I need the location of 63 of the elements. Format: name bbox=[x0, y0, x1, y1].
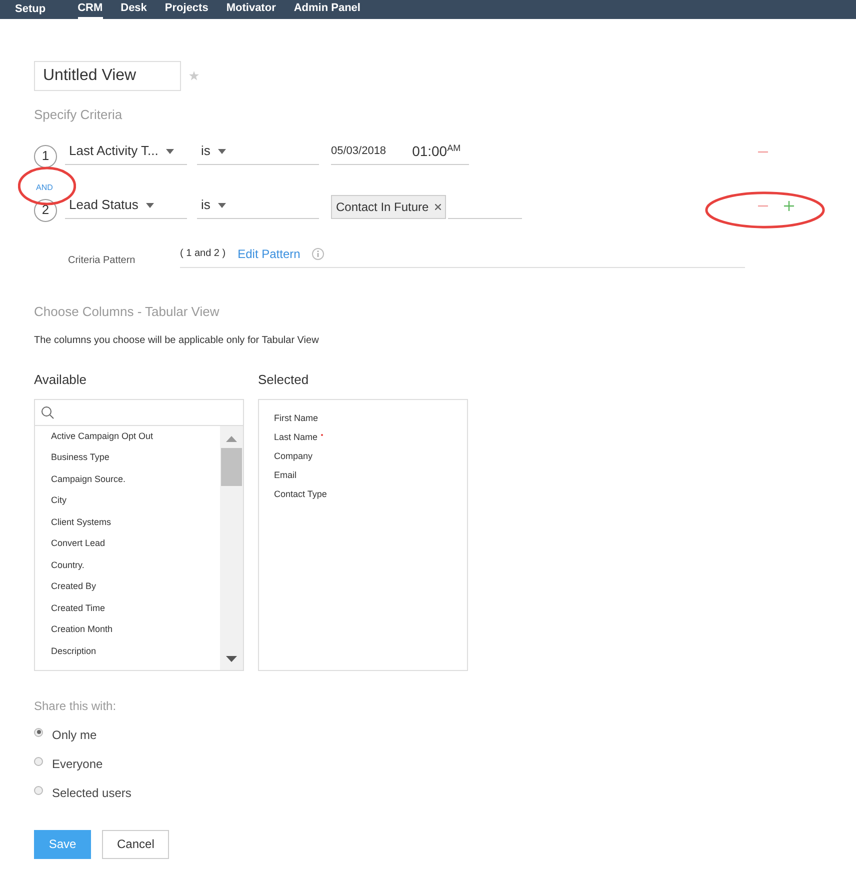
available-item[interactable]: Business Type bbox=[51, 447, 220, 468]
selected-item[interactable]: Email bbox=[274, 466, 297, 486]
plus-icon[interactable] bbox=[784, 200, 794, 210]
value-tag: Contact In Future bbox=[331, 194, 446, 218]
scrollbar[interactable] bbox=[220, 426, 243, 670]
star-icon[interactable] bbox=[189, 71, 199, 81]
available-item[interactable]: City bbox=[51, 490, 220, 512]
caret-icon bbox=[166, 148, 174, 154]
search-icon bbox=[41, 406, 54, 418]
time-value: 01:00$^{AM}$ bbox=[412, 142, 461, 160]
section-heading: Choose Columns - Tabular View bbox=[34, 302, 220, 320]
caret-icon bbox=[218, 202, 226, 208]
caret-icon bbox=[146, 202, 154, 208]
available-item[interactable]: Country. bbox=[51, 554, 220, 576]
operator-dropdown[interactable]: is bbox=[197, 138, 319, 164]
scroll-down-icon[interactable] bbox=[226, 656, 237, 662]
caret-icon bbox=[218, 148, 226, 154]
radio-label: Selected users bbox=[52, 785, 132, 802]
selected-item[interactable]: Contact Type bbox=[274, 486, 327, 504]
available-item[interactable]: Created By bbox=[51, 576, 220, 598]
nav-tab[interactable]: Projects bbox=[164, 0, 208, 19]
nav-tab[interactable]: Motivator bbox=[226, 0, 276, 19]
info-icon[interactable] bbox=[312, 248, 324, 260]
available-item[interactable]: Created Time bbox=[51, 598, 220, 619]
view-name-field[interactable]: Untitled View bbox=[34, 61, 181, 91]
radio-label: Everyone bbox=[52, 756, 103, 773]
nav-tab[interactable]: Desk bbox=[120, 0, 147, 19]
selected-item[interactable]: First Name bbox=[274, 410, 318, 428]
pattern-text: ( 1 and 2 ) bbox=[180, 247, 226, 261]
criteria-number: 1 bbox=[34, 144, 57, 168]
columns-note: The columns you choose will be applicable only for Tabular View bbox=[34, 334, 320, 348]
criteria-number: 2 bbox=[34, 198, 57, 222]
field-dropdown[interactable]: Last Activity T... bbox=[65, 138, 187, 164]
date-time-field[interactable]: 05/03/2018 01:00$^{AM}$ bbox=[331, 138, 469, 164]
list-title: Selected bbox=[258, 371, 310, 389]
radio-button[interactable] bbox=[34, 728, 43, 736]
scroll-up-icon[interactable] bbox=[226, 436, 237, 442]
cancel-button[interactable]: Cancel bbox=[102, 830, 169, 858]
radio-label: Only me bbox=[52, 727, 97, 744]
radio-button[interactable] bbox=[34, 786, 43, 794]
section-heading: Share this with: bbox=[34, 698, 118, 714]
minus-icon[interactable] bbox=[758, 150, 768, 152]
available-item[interactable]: Campaign Source. bbox=[51, 468, 220, 490]
available-item[interactable]: Creation Month bbox=[51, 619, 220, 640]
nav-tab[interactable]: Admin Panel bbox=[294, 0, 360, 19]
available-item[interactable]: Convert Lead bbox=[51, 533, 220, 554]
radio-button[interactable] bbox=[34, 756, 43, 766]
remove-tag-icon[interactable] bbox=[434, 204, 441, 210]
minus-icon[interactable] bbox=[758, 204, 768, 206]
selected-item[interactable]: Company bbox=[274, 448, 313, 466]
pattern-label: Criteria Pattern bbox=[68, 254, 136, 268]
available-item[interactable]: Description bbox=[51, 640, 220, 662]
nav-tab[interactable]: CRM bbox=[78, 0, 103, 19]
scroll-thumb[interactable] bbox=[221, 448, 242, 486]
available-item[interactable]: Client Systems bbox=[51, 512, 220, 533]
list-title: Available bbox=[34, 371, 88, 389]
setup-title: Setup bbox=[15, 2, 46, 18]
available-item[interactable]: Active Campaign Opt Out bbox=[51, 426, 220, 447]
field-dropdown[interactable]: Lead Status bbox=[65, 192, 187, 218]
selected-item[interactable]: Last Name bbox=[274, 428, 323, 448]
operator-dropdown[interactable]: is bbox=[197, 192, 319, 218]
section-heading: Specify Criteria bbox=[34, 106, 124, 124]
date-value: 05/03/2018 bbox=[331, 144, 386, 159]
